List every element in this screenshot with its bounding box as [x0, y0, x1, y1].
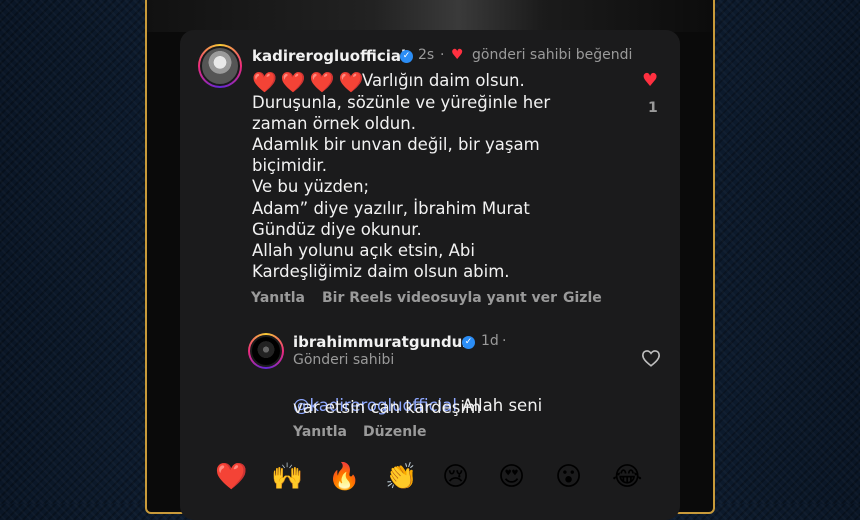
emoji-laughing-button[interactable]: 😂	[612, 462, 642, 492]
edit-button[interactable]: Düzenle	[363, 424, 427, 440]
post-owner-label: Gönderi sahibi	[293, 352, 395, 368]
heart-emoji-row: ❤️ ❤️ ❤️ ❤️	[252, 70, 368, 94]
reply-avatar[interactable]	[248, 333, 284, 369]
owner-liked-label: gönderi sahibi beğendi	[472, 47, 633, 63]
separator-dot: ·	[502, 333, 507, 349]
comment-line: biçimidir.	[252, 156, 327, 175]
reply-button[interactable]: Yanıtla	[251, 290, 305, 306]
emoji-clap-button[interactable]: 👏	[385, 462, 417, 492]
heart-outline-icon[interactable]	[641, 349, 661, 367]
reply-reply-button[interactable]: Yanıtla	[293, 424, 347, 440]
like-heart-icon[interactable]: ♥	[642, 70, 658, 91]
comment-line: Adam” diye yazılır, İbrahim Murat	[252, 199, 530, 218]
owner-liked-heart-icon: ♥	[451, 47, 464, 63]
emoji-fire-button[interactable]: 🔥	[328, 462, 360, 492]
emoji-heart-eyes-button[interactable]: 😍	[498, 462, 525, 492]
comment-line: Gündüz diye okunur.	[252, 220, 422, 239]
comment-line: Duruşunla, sözünle ve yüreğinle her	[252, 93, 551, 112]
reply-text-line2: var etsin can kardeşim	[293, 398, 482, 417]
heart-emoji-icon: ❤️	[252, 70, 277, 94]
comment-line: zaman örnek oldun.	[252, 114, 416, 133]
comment-first-line: Varlığın daim olsun.	[362, 71, 525, 90]
verified-badge-icon: ✓	[400, 50, 413, 63]
separator-dot: ·	[440, 47, 445, 63]
reply-username[interactable]: ibrahimmuratgunduz	[293, 333, 471, 351]
comment-line: Kardeşliğimiz daim olsun abim.	[252, 262, 510, 281]
reels-reply-button[interactable]: Bir Reels videosuyla yanıt ver	[322, 290, 557, 306]
post-photo-strip	[147, 0, 713, 32]
emoji-heart-button[interactable]: ❤️	[215, 462, 247, 492]
heart-emoji-icon: ❤️	[309, 70, 335, 94]
heart-emoji-icon: ❤️	[338, 70, 364, 94]
heart-emoji-icon: ❤️	[280, 70, 306, 94]
commenter-username[interactable]: kadirerogluofficial	[252, 47, 406, 65]
comment-line: Ve bu yüzden;	[252, 177, 370, 196]
comment-timestamp: 2s	[418, 47, 435, 63]
like-count[interactable]: 1	[648, 100, 658, 116]
hide-button[interactable]: Gizle	[563, 290, 602, 306]
comment-line: Allah yolunu açık etsin, Abi	[252, 241, 475, 260]
emoji-raised-hands-button[interactable]: 🙌	[271, 462, 303, 492]
comment-line: Adamlık bir unvan değil, bir yaşam	[252, 135, 540, 154]
commenter-avatar[interactable]	[198, 44, 242, 88]
emoji-surprised-button[interactable]: 😮	[555, 462, 582, 492]
verified-badge-icon: ✓	[462, 336, 475, 349]
emoji-crying-button[interactable]: 😢	[442, 462, 469, 492]
reply-timestamp: 1d	[481, 333, 499, 349]
